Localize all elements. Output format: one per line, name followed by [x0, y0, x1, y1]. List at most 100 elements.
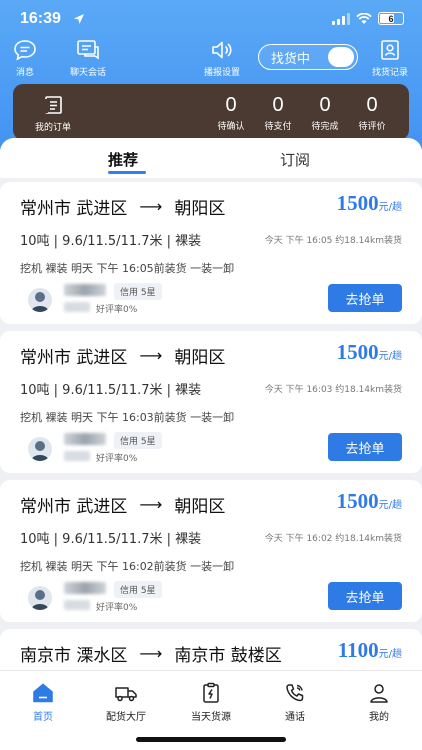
tab-today-source[interactable]: 当天货源 — [176, 681, 246, 723]
feed-tabs: 推荐 订阅 — [0, 138, 422, 178]
shipper-name-masked — [64, 582, 106, 594]
location-arrow-icon — [74, 14, 84, 24]
speaker-icon — [212, 41, 232, 59]
grab-order-button[interactable]: 去抢单 — [328, 582, 402, 610]
credit-badge: 信用 5星 — [114, 432, 162, 449]
shipper-info-masked — [64, 600, 90, 610]
price-unit: 元/趟 — [378, 351, 402, 362]
route-from: 常州市 武进区 — [20, 199, 128, 219]
stat-value: 0 — [272, 94, 284, 116]
messages-button[interactable]: 消息 — [12, 38, 38, 78]
rating: 好评率0% — [96, 454, 138, 464]
cargo-card[interactable]: 常州市 武进区 ⟶ 朝阳区 1500元/趟 10吨 | 9.6/11.5/11.… — [0, 331, 422, 473]
route-from: 常州市 武进区 — [20, 497, 128, 517]
grab-order-button[interactable]: 去抢单 — [328, 433, 402, 461]
user-icon — [370, 684, 388, 703]
active-tab-indicator — [108, 171, 146, 174]
route-to: 朝阳区 — [174, 199, 226, 219]
broadcast-settings-label: 播报设置 — [204, 68, 241, 78]
status-time: 16:39 — [20, 10, 61, 27]
tab-calls[interactable]: 通话 — [260, 681, 330, 723]
my-orders-button[interactable]: 我的订单 — [35, 94, 71, 133]
tab-mine[interactable]: 我的 — [344, 681, 414, 723]
route: 常州市 武进区 ⟶ 朝阳区 — [20, 492, 225, 517]
route-arrow: ⟶ — [139, 495, 163, 514]
cargo-card[interactable]: 常州市 武进区 ⟶ 朝阳区 1500元/趟 10吨 | 9.6/11.5/11.… — [0, 480, 422, 622]
my-orders-label: 我的订单 — [35, 123, 72, 133]
grab-order-button[interactable]: 去抢单 — [328, 284, 402, 312]
top-nav: 消息 聊天会话 播报设置 找货中 找货记录 — [0, 38, 422, 78]
messages-label: 消息 — [15, 68, 34, 78]
cargo-spec: 10吨 | 9.6/11.5/11.7米 | 裸装 — [20, 532, 202, 547]
route-to: 朝阳区 — [174, 348, 226, 368]
stat-label: 待确认 — [217, 122, 245, 132]
cargo-list-panel: 推荐 订阅 常州市 武进区 ⟶ 朝阳区 1500元/趟 10吨 | 9.6/11… — [0, 138, 422, 678]
status-icons: 6 — [332, 12, 404, 25]
finding-cargo-toggle[interactable]: 找货中 — [258, 44, 358, 70]
price: 1500元/趟 — [337, 191, 402, 216]
home-indicator — [136, 737, 286, 742]
price-unit: 元/趟 — [378, 649, 402, 660]
tab-calls-label: 通话 — [285, 712, 305, 723]
price: 1500元/趟 — [337, 340, 402, 365]
status-bar: 16:39 6 — [0, 0, 422, 40]
tab-cargo-hall-label: 配货大厅 — [106, 712, 146, 723]
tab-subscribe[interactable]: 订阅 — [280, 149, 310, 170]
stat-label: 待支付 — [264, 122, 292, 132]
phone-icon — [286, 684, 304, 702]
tab-home[interactable]: 首页 — [8, 681, 78, 723]
loading-time: 今天 下午 16:03 约18.14km装货 — [264, 385, 402, 395]
price: 1500元/趟 — [337, 489, 402, 514]
home-icon — [33, 683, 53, 703]
tab-cargo-hall[interactable]: 配货大厅 — [91, 681, 161, 723]
chat-session-button[interactable]: 聊天会话 — [70, 38, 106, 78]
stat-value: 0 — [225, 94, 237, 116]
route-arrow: ⟶ — [139, 644, 163, 663]
tab-recommend[interactable]: 推荐 — [108, 149, 138, 170]
toggle-knob — [328, 47, 354, 67]
stat-label: 待完成 — [311, 122, 339, 132]
route-arrow: ⟶ — [139, 197, 163, 216]
avatar — [28, 288, 52, 312]
loading-time: 今天 下午 16:05 约18.14km装货 — [264, 236, 402, 246]
tab-mine-label: 我的 — [369, 712, 389, 723]
credit-badge: 信用 5星 — [114, 581, 162, 598]
id-card-icon — [381, 40, 399, 60]
tab-today-source-label: 当天货源 — [191, 712, 231, 723]
search-history-label: 找货记录 — [372, 68, 409, 78]
route-from: 南京市 溧水区 — [20, 646, 128, 666]
price-unit: 元/趟 — [378, 500, 402, 511]
route: 常州市 武进区 ⟶ 朝阳区 — [20, 194, 225, 219]
shipper-name-masked — [64, 433, 106, 445]
broadcast-settings-button[interactable]: 播报设置 — [204, 38, 240, 78]
chat-bubble-icon — [14, 40, 36, 61]
shipper-info-masked — [64, 302, 90, 312]
cargo-spec: 10吨 | 9.6/11.5/11.7米 | 裸装 — [20, 234, 202, 249]
shipper-info-masked — [64, 451, 90, 461]
stat-pending-review[interactable]: 0 待评价 — [352, 94, 392, 132]
orders-icon — [44, 96, 62, 114]
cargo-spec: 10吨 | 9.6/11.5/11.7米 | 裸装 — [20, 383, 202, 398]
order-summary: 我的订单 0 待确认 0 待支付 0 待完成 0 待评价 — [13, 84, 409, 140]
route: 常州市 武进区 ⟶ 朝阳区 — [20, 343, 225, 368]
search-history-button[interactable]: 找货记录 — [372, 38, 408, 78]
price: 1100元/趟 — [338, 638, 402, 663]
stat-pending-payment[interactable]: 0 待支付 — [258, 94, 298, 132]
stat-value: 0 — [319, 94, 331, 116]
wifi-icon — [356, 12, 372, 24]
stat-pending-complete[interactable]: 0 待完成 — [305, 94, 345, 132]
cargo-description: 挖机 裸装 明天 下午 16:05前装货 一装一卸 — [20, 262, 235, 275]
stat-label: 待评价 — [358, 122, 386, 132]
signal-icon — [332, 12, 350, 25]
price-amount: 1500 — [336, 191, 379, 215]
route-from: 常州市 武进区 — [20, 348, 128, 368]
truck-icon — [115, 687, 137, 702]
shipper-name-masked — [64, 284, 106, 296]
route: 南京市 溧水区 ⟶ 南京市 鼓楼区 — [20, 641, 282, 666]
cargo-card[interactable]: 常州市 武进区 ⟶ 朝阳区 1500元/趟 10吨 | 9.6/11.5/11.… — [0, 182, 422, 324]
stat-pending-confirm[interactable]: 0 待确认 — [211, 94, 251, 132]
price-unit: 元/趟 — [378, 202, 402, 213]
price-amount: 1500 — [336, 340, 379, 364]
tab-home-label: 首页 — [33, 712, 53, 723]
loading-time: 今天 下午 16:02 约18.14km装货 — [264, 534, 402, 544]
